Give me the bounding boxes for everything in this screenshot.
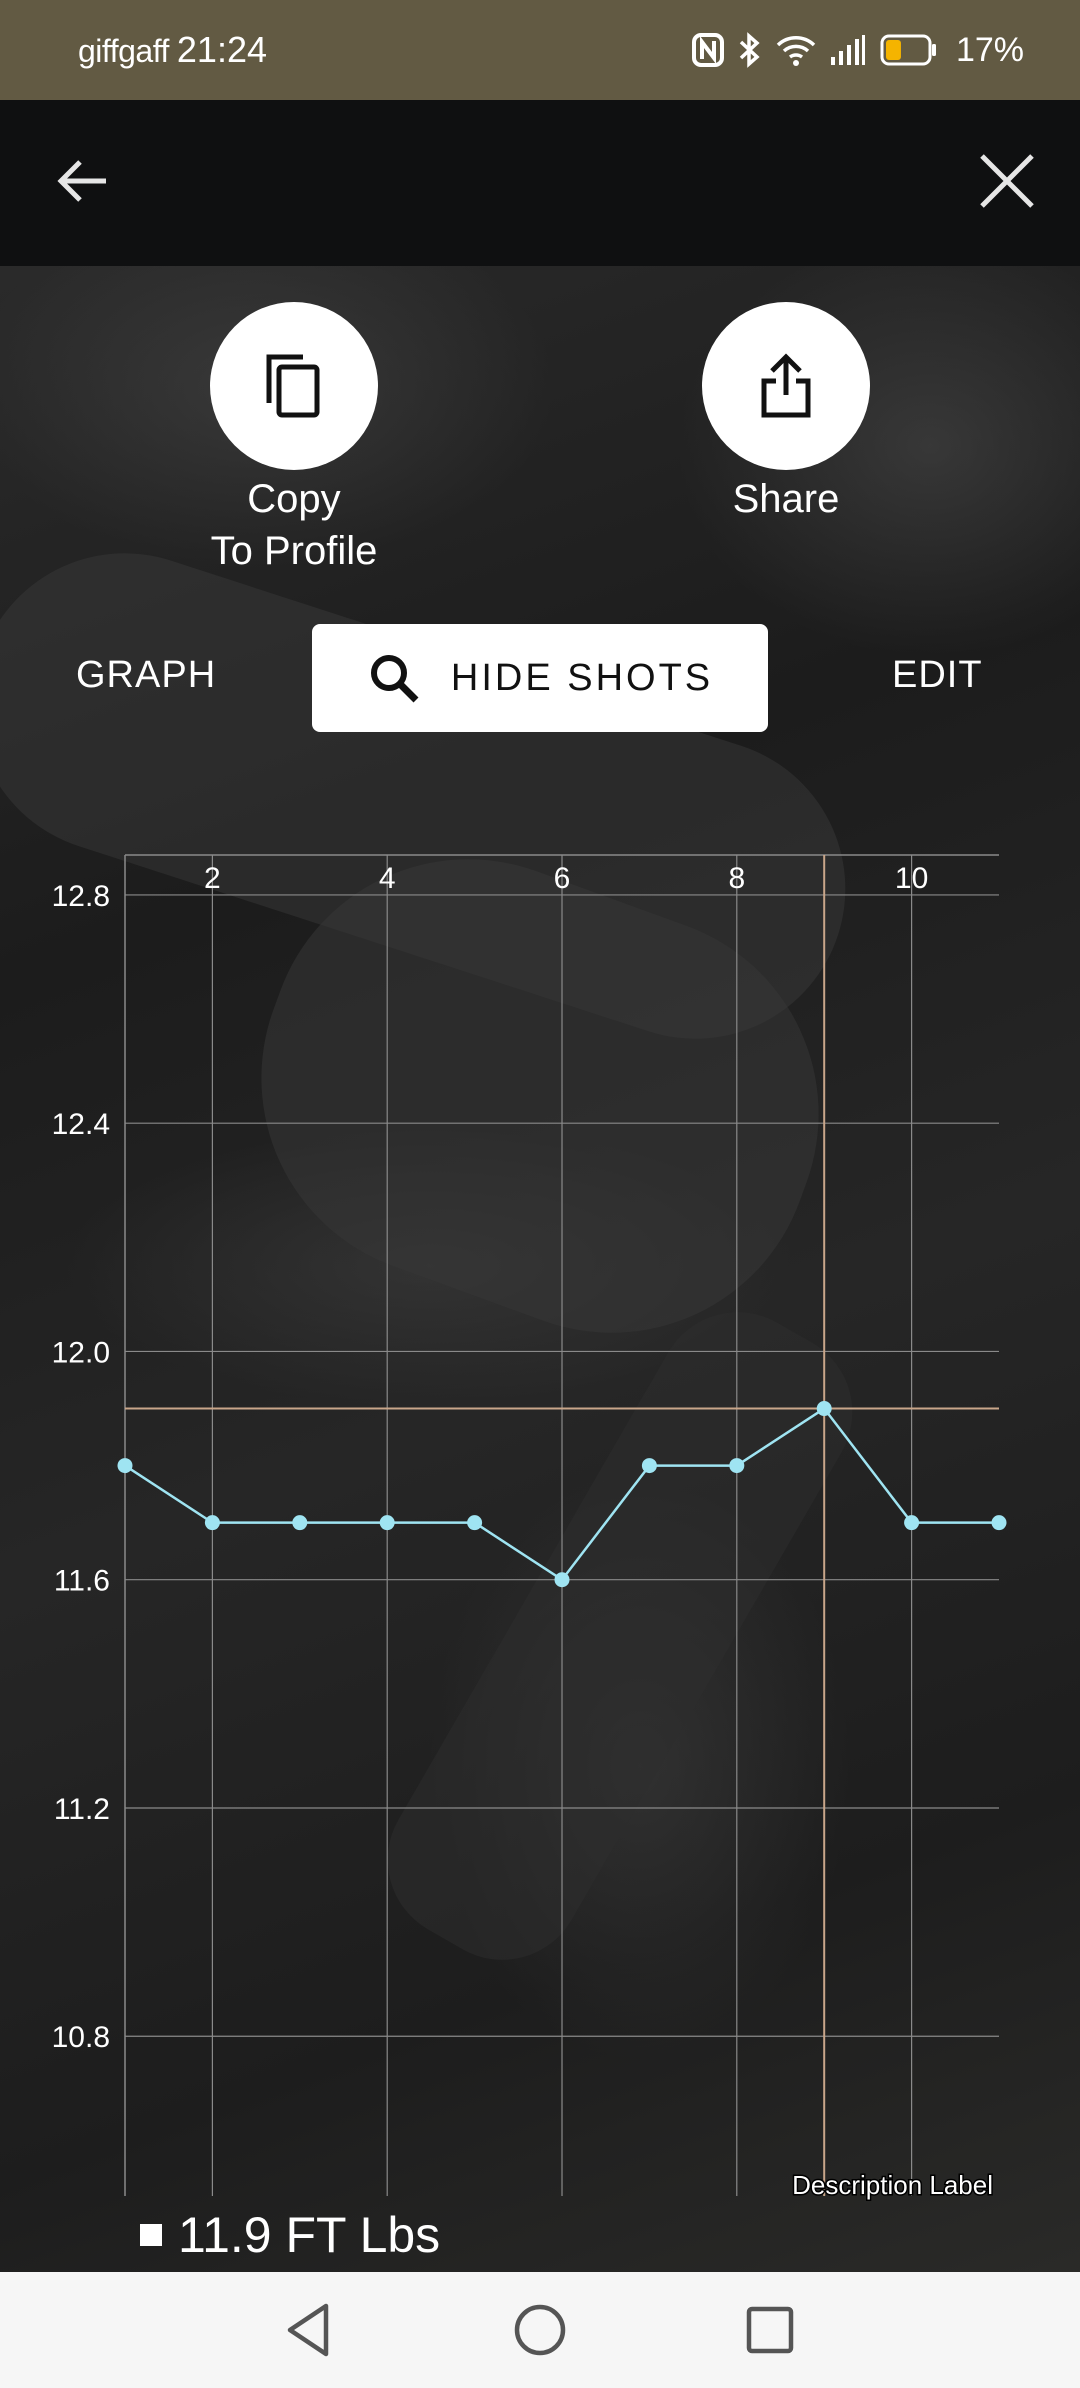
chart-legend: 11.9 FT Lbs	[140, 2206, 440, 2264]
x-tick-label: 8	[728, 862, 745, 895]
x-tick-label: 4	[379, 862, 396, 895]
system-nav-bar	[0, 2272, 1080, 2388]
x-tick-label: 2	[204, 862, 221, 895]
data-point	[641, 1458, 657, 1474]
recents-square-icon	[746, 2306, 794, 2354]
data-point	[991, 1515, 1007, 1531]
data-point	[816, 1401, 832, 1417]
home-circle-icon	[514, 2304, 566, 2356]
nav-back-button[interactable]	[280, 2300, 340, 2360]
back-triangle-icon	[287, 2303, 329, 2357]
chart-labels: 10.8 11.2 11.6 12.0 12.4 12.8 2 4 6 8 10	[52, 862, 929, 2054]
data-point	[467, 1515, 483, 1531]
data-point	[379, 1515, 395, 1531]
data-point	[204, 1515, 220, 1531]
nav-home-button[interactable]	[510, 2300, 570, 2360]
data-point	[729, 1458, 745, 1474]
data-point	[117, 1458, 133, 1474]
y-tick-label: 12.0	[52, 1336, 110, 1369]
data-point	[904, 1515, 920, 1531]
y-tick-label: 11.6	[54, 1565, 110, 1598]
description-label: Description Label	[792, 2170, 993, 2200]
legend-label: 11.9 FT Lbs	[178, 2207, 441, 2263]
y-tick-label: 12.4	[52, 1108, 110, 1141]
shot-chart: 10.8 11.2 11.6 12.0 12.4 12.8 2 4 6 8 10 Descripti…	[52, 854, 1007, 2202]
y-tick-label: 10.8	[52, 2021, 110, 2054]
y-tick-label: 11.2	[54, 1793, 110, 1826]
chart-grid	[124, 854, 999, 2196]
data-point	[292, 1515, 308, 1531]
data-point	[554, 1572, 570, 1588]
nav-recents-button[interactable]	[740, 2300, 800, 2360]
x-tick-label: 10	[895, 862, 928, 895]
y-tick-label: 12.8	[52, 880, 110, 913]
legend-swatch	[140, 2224, 162, 2246]
x-tick-label: 6	[554, 862, 571, 895]
